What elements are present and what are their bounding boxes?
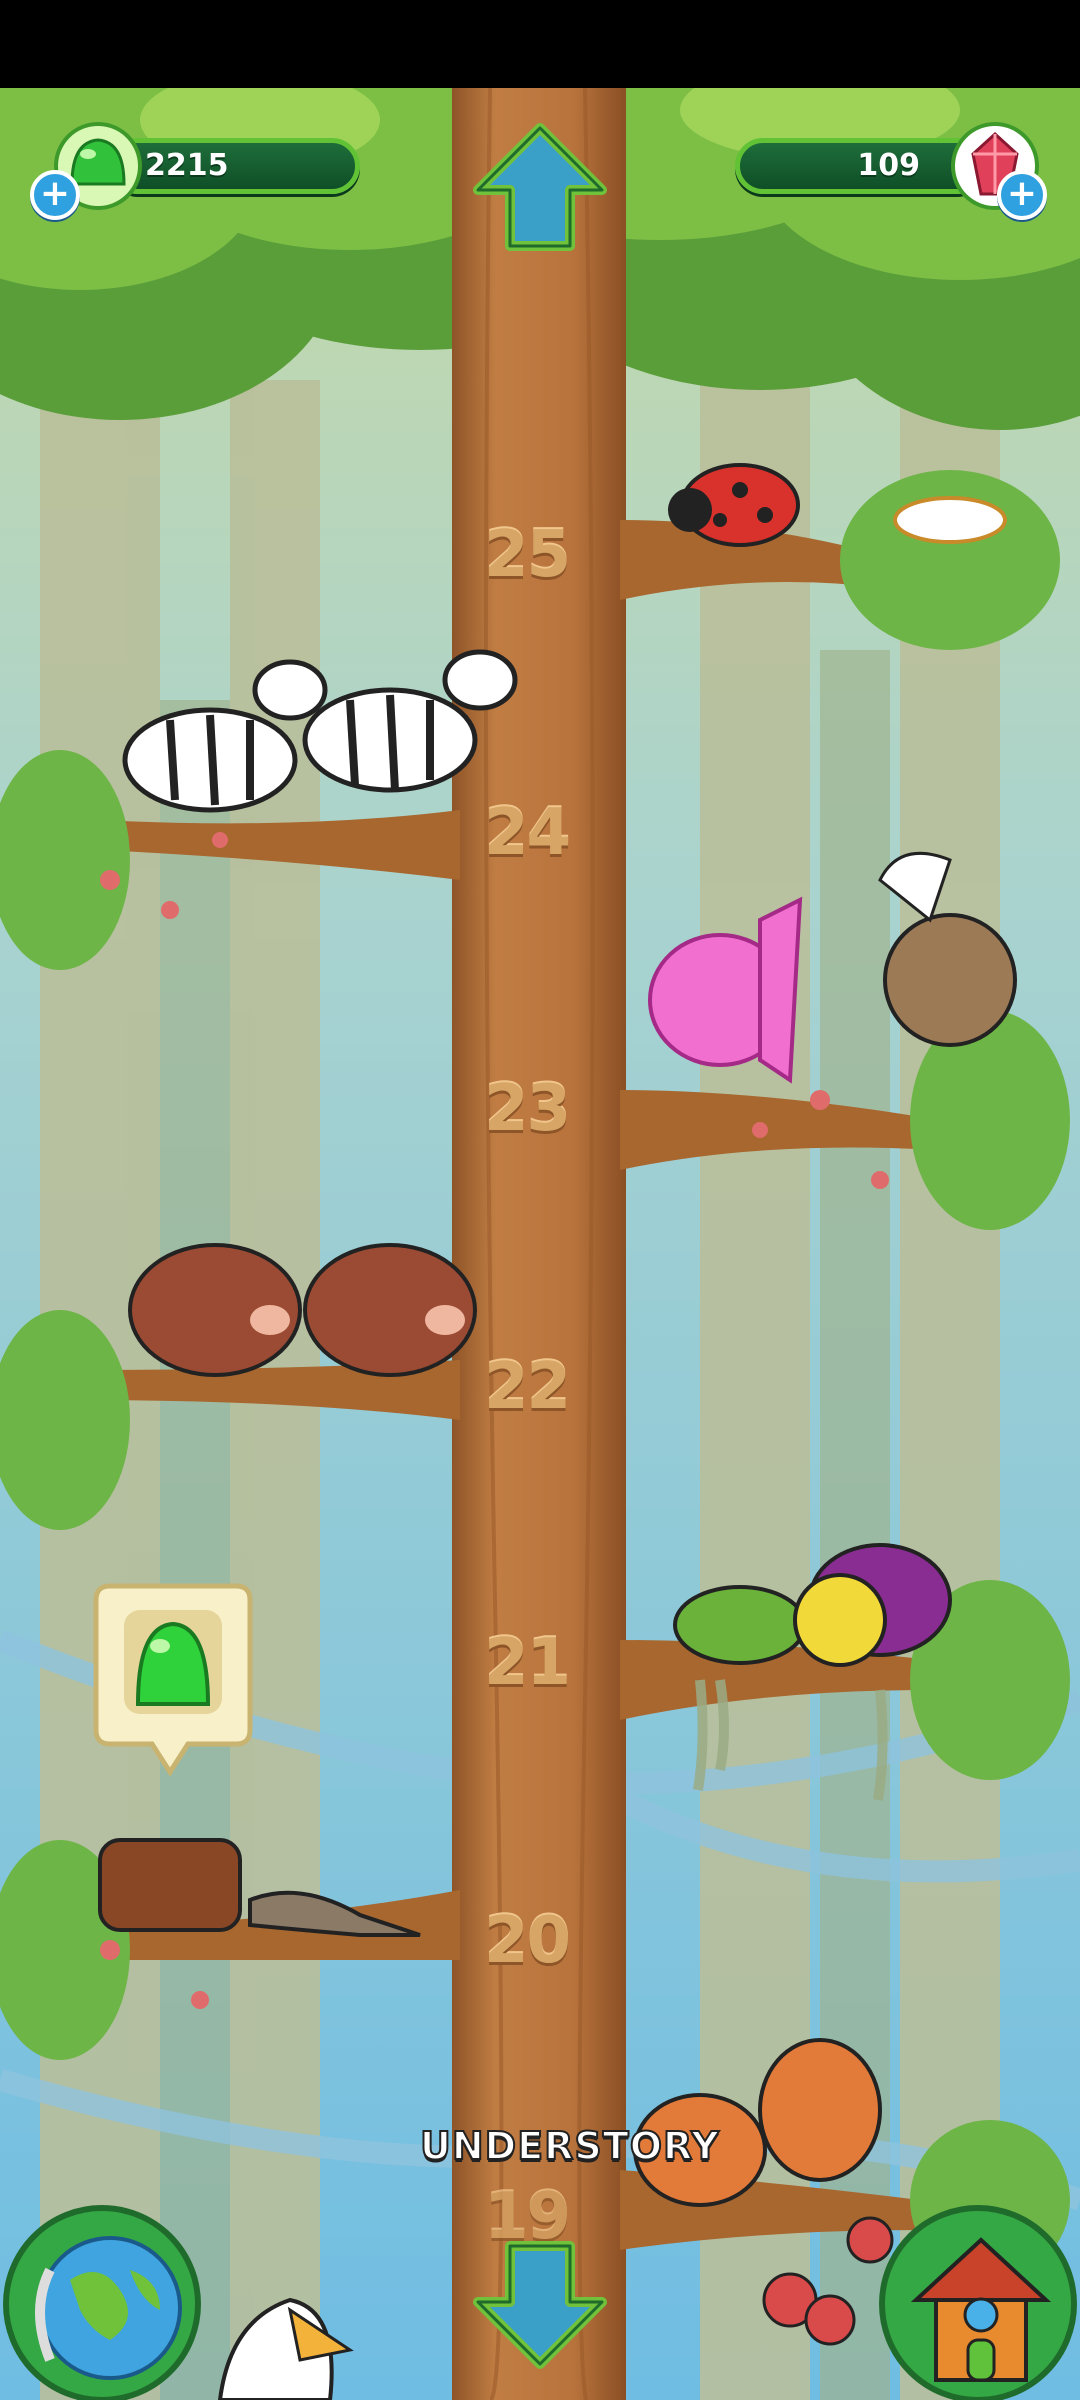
green-gem-counter: 2215 + xyxy=(30,118,360,220)
add-green-gems-button[interactable]: + xyxy=(30,170,80,220)
add-red-gems-button[interactable]: + xyxy=(997,170,1047,220)
red-gem-counter: 109 + xyxy=(735,118,1055,220)
tree-level-21: 21 xyxy=(484,1626,571,1700)
tree-level-23: 23 xyxy=(484,1072,571,1146)
arrow-down-icon[interactable] xyxy=(470,2236,610,2370)
area-name-label: UNDERSTORY xyxy=(419,2123,720,2169)
collect-green-gem-bubble[interactable] xyxy=(90,1580,256,1780)
game-scene xyxy=(0,88,1080,2400)
arrow-up-icon[interactable] xyxy=(470,122,610,256)
green-gem-count: 2215 xyxy=(110,138,360,194)
green-jelly-gem-icon xyxy=(93,1583,253,1777)
tree-level-24: 24 xyxy=(484,796,571,870)
birdhouse-button[interactable] xyxy=(876,2200,1080,2400)
tree-level-25: 25 xyxy=(484,518,571,592)
status-bar xyxy=(0,0,1080,88)
tree-level-20: 20 xyxy=(484,1904,571,1978)
globe-button[interactable] xyxy=(0,2200,204,2400)
tree-level-22: 22 xyxy=(484,1350,571,1424)
forest-background xyxy=(0,88,1080,2400)
